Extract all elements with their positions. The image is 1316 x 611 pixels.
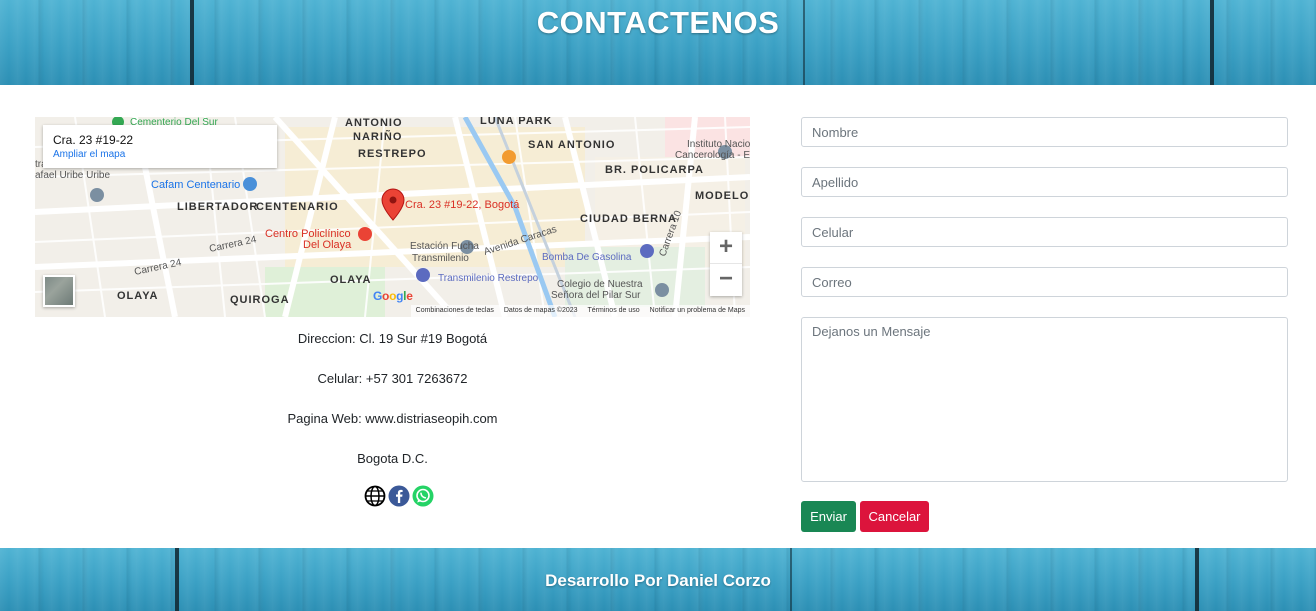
map-label: Colegio de Nuestra	[557, 279, 643, 290]
map-label: Estación Fucha	[410, 241, 479, 252]
satellite-toggle[interactable]	[43, 275, 75, 307]
map-label: Del Olaya	[303, 239, 352, 251]
email-field[interactable]	[801, 267, 1288, 297]
map-label: LIBERTADOR	[177, 201, 258, 213]
map-label: Bomba De Gasolina	[542, 252, 632, 263]
map-label: Instituto Nacional de	[687, 139, 750, 150]
lastname-field[interactable]	[801, 167, 1288, 197]
page-title: CONTACTENOS	[536, 5, 780, 40]
contact-address: Direccion: Cl. 19 Sur #19 Bogotá	[297, 331, 488, 346]
map-label: LUNA PARK	[480, 117, 553, 127]
map-label: OLAYA	[117, 290, 158, 302]
globe-icon[interactable]	[364, 485, 386, 507]
map-label: QUIROGA	[230, 294, 290, 306]
map-label: RESTREPO	[358, 148, 427, 160]
map-label: CENTENARIO	[256, 201, 339, 213]
whatsapp-icon[interactable]	[412, 485, 434, 507]
map-label: OLAYA	[330, 274, 371, 286]
map-attribution: Combinaciones de teclas Datos de mapas ©…	[410, 305, 750, 317]
map-label: MODELO	[695, 190, 749, 202]
page-header: CONTACTENOS	[0, 0, 1316, 85]
map-label: afael Uribe Uribe	[35, 170, 110, 181]
enlarge-map-link[interactable]: Ampliar el mapa	[53, 149, 267, 160]
map-label: SAN ANTONIO	[528, 139, 615, 151]
message-field[interactable]	[801, 317, 1288, 482]
map-pin-label: Cra. 23 #19-22, Bogotá	[405, 199, 520, 211]
send-button[interactable]: Enviar	[801, 501, 856, 532]
map-label: CIUDAD BERNA	[580, 213, 677, 225]
map-label: Transmilenio Restrepo	[438, 273, 539, 284]
map-label: Cafam Centenario	[151, 179, 240, 191]
map-label: Cancerología - ESE	[675, 150, 750, 161]
google-map[interactable]: ANTONIO NARIÑO LUNA PARK RESTREPO SAN AN…	[35, 117, 750, 317]
cancel-button[interactable]: Cancelar	[860, 501, 929, 532]
google-logo: Google	[373, 289, 413, 303]
name-field[interactable]	[801, 117, 1288, 147]
map-label: Señora del Pilar Sur	[551, 290, 641, 301]
map-info-card: Cra. 23 #19-22 Ampliar el mapa	[43, 125, 277, 168]
facebook-icon[interactable]	[388, 485, 410, 507]
phone-field[interactable]	[801, 217, 1288, 247]
map-label: BR. POLICARPA	[605, 164, 704, 176]
social-links	[364, 485, 434, 507]
map-card-address: Cra. 23 #19-22	[53, 133, 134, 147]
contact-phone: Celular: +57 301 7263672	[317, 371, 468, 386]
report-problem-link[interactable]: Notificar un problema de Maps	[650, 307, 745, 315]
contact-city: Bogota D.C.	[357, 451, 428, 466]
map-label: Transmilenio	[412, 253, 469, 264]
map-label: ANTONIO	[345, 117, 403, 129]
footer-credit: Desarrollo Por Daniel Corzo	[545, 571, 771, 590]
keyboard-shortcuts-link[interactable]: Combinaciones de teclas	[416, 307, 494, 315]
contact-website: Pagina Web: www.distriaseopih.com	[287, 411, 498, 426]
contact-section: ANTONIO NARIÑO LUNA PARK RESTREPO SAN AN…	[0, 85, 1316, 548]
map-label: NARIÑO	[353, 130, 402, 143]
map-data-text: Datos de mapas ©2023	[503, 307, 578, 314]
page-footer: Desarrollo Por Daniel Corzo	[0, 548, 1316, 611]
zoom-in-button[interactable]: +	[710, 232, 742, 264]
map-zoom-controls: + −	[710, 232, 742, 296]
terms-link[interactable]: Términos de uso	[588, 307, 640, 315]
zoom-out-button[interactable]: −	[710, 264, 742, 296]
